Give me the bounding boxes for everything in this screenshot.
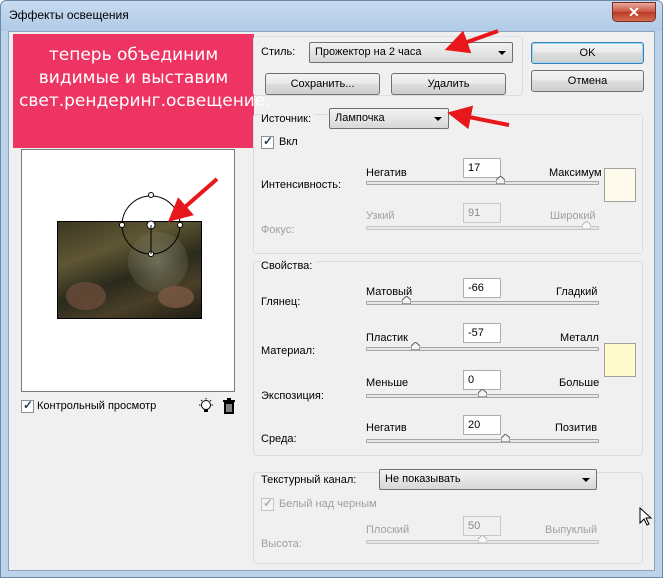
exposure-max-label: Больше	[559, 377, 600, 389]
focus-label: Фокус:	[261, 224, 295, 236]
texture-channel-dropdown[interactable]: Не показывать	[379, 469, 597, 490]
gloss-label: Глянец:	[261, 296, 301, 308]
trash-icon[interactable]	[221, 397, 237, 415]
source-label: Источник:	[261, 113, 315, 125]
preview-checkbox[interactable]: ✓	[21, 398, 34, 413]
texture-channel-label: Текстурный канал:	[261, 474, 360, 486]
title-bar[interactable]: Эффекты освещения ✕	[1, 1, 662, 31]
intensity-value-field[interactable]: 17	[463, 158, 501, 178]
material-value-field[interactable]: -57	[463, 323, 501, 343]
check-icon: ✓	[263, 496, 274, 510]
light-handles[interactable]	[22, 150, 236, 393]
cancel-button[interactable]: Отмена	[531, 70, 644, 92]
focus-value-field: 91	[463, 203, 501, 223]
light-on-checkbox[interactable]: ✓	[261, 134, 274, 149]
height-min-label: Плоский	[366, 524, 410, 536]
material-slider[interactable]	[366, 342, 599, 351]
ambience-value-field[interactable]: 20	[463, 415, 501, 435]
height-slider-thumb	[478, 535, 487, 543]
dialog-body: ✓ Контрольный просмотр теперь объединим …	[8, 31, 655, 571]
height-slider	[366, 535, 599, 544]
intensity-slider[interactable]	[366, 176, 599, 185]
gloss-max-label: Гладкий	[556, 286, 598, 298]
style-label: Стиль:	[261, 46, 296, 58]
focus-slider	[366, 221, 599, 230]
material-min-label: Пластик	[366, 332, 408, 344]
annotation-text: теперь объединим видимые и выставим свет…	[19, 45, 271, 111]
height-value-field: 50	[463, 516, 501, 536]
check-icon: ✓	[263, 134, 274, 148]
exposure-label: Экспозиция:	[261, 390, 324, 402]
ambience-label: Среда:	[261, 433, 297, 445]
material-max-label: Металл	[560, 332, 599, 344]
focus-min-label: Узкий	[366, 210, 395, 222]
preview-canvas[interactable]	[21, 149, 235, 392]
intensity-slider-thumb[interactable]	[496, 176, 505, 184]
ambience-slider-thumb[interactable]	[501, 434, 510, 442]
intensity-min-label: Негатив	[366, 167, 407, 179]
preview-label: Контрольный просмотр	[37, 400, 157, 412]
ambience-min-label: Негатив	[366, 422, 407, 434]
white-high-checkbox: ✓	[261, 496, 274, 511]
properties-title: Свойства:	[261, 260, 316, 272]
window-title: Эффекты освещения	[9, 8, 129, 22]
gloss-slider-thumb[interactable]	[402, 296, 411, 304]
intensity-max-label: Максимум	[549, 167, 602, 179]
light-color-swatch[interactable]	[604, 168, 636, 202]
ambience-slider[interactable]	[366, 434, 599, 443]
intensity-label: Интенсивность:	[261, 179, 342, 191]
texture-channel-value: Не показывать	[385, 473, 461, 485]
exposure-min-label: Меньше	[366, 377, 409, 389]
light-on-label: Вкл	[279, 136, 298, 148]
light-bulb-icon[interactable]	[197, 397, 215, 415]
ambience-max-label: Позитив	[555, 422, 598, 434]
close-button[interactable]: ✕	[612, 2, 656, 22]
exposure-slider[interactable]	[366, 389, 599, 398]
close-icon: ✕	[628, 4, 640, 20]
height-max-label: Выпуклый	[545, 524, 598, 536]
exposure-slider-thumb[interactable]	[478, 389, 487, 397]
style-value: Прожектор на 2 часа	[315, 46, 422, 58]
gloss-value-field[interactable]: -66	[463, 278, 501, 298]
ok-button[interactable]: OK	[531, 42, 644, 64]
material-slider-thumb[interactable]	[411, 342, 420, 350]
mouse-cursor-icon	[639, 507, 653, 526]
annotation-banner: теперь объединим видимые и выставим свет…	[13, 34, 271, 148]
delete-preset-button[interactable]: Удалить	[391, 73, 506, 95]
ambient-color-swatch[interactable]	[604, 343, 636, 377]
exposure-value-field[interactable]: 0	[463, 370, 501, 390]
chevron-down-icon	[434, 117, 442, 121]
height-label: Высота:	[261, 538, 302, 550]
style-dropdown[interactable]: Прожектор на 2 часа	[309, 42, 513, 63]
chevron-down-icon	[498, 51, 506, 55]
material-label: Материал:	[261, 345, 316, 357]
check-icon: ✓	[23, 398, 34, 412]
source-value: Лампочка	[335, 112, 385, 124]
source-dropdown[interactable]: Лампочка	[329, 108, 449, 129]
gloss-slider[interactable]	[366, 296, 599, 305]
chevron-down-icon	[582, 478, 590, 482]
white-high-label: Белый над черным	[279, 498, 377, 510]
save-preset-button[interactable]: Сохранить...	[265, 73, 380, 95]
focus-slider-thumb	[582, 221, 591, 229]
lighting-effects-dialog: Эффекты освещения ✕ ✓ Контрольный просмо…	[0, 0, 663, 578]
